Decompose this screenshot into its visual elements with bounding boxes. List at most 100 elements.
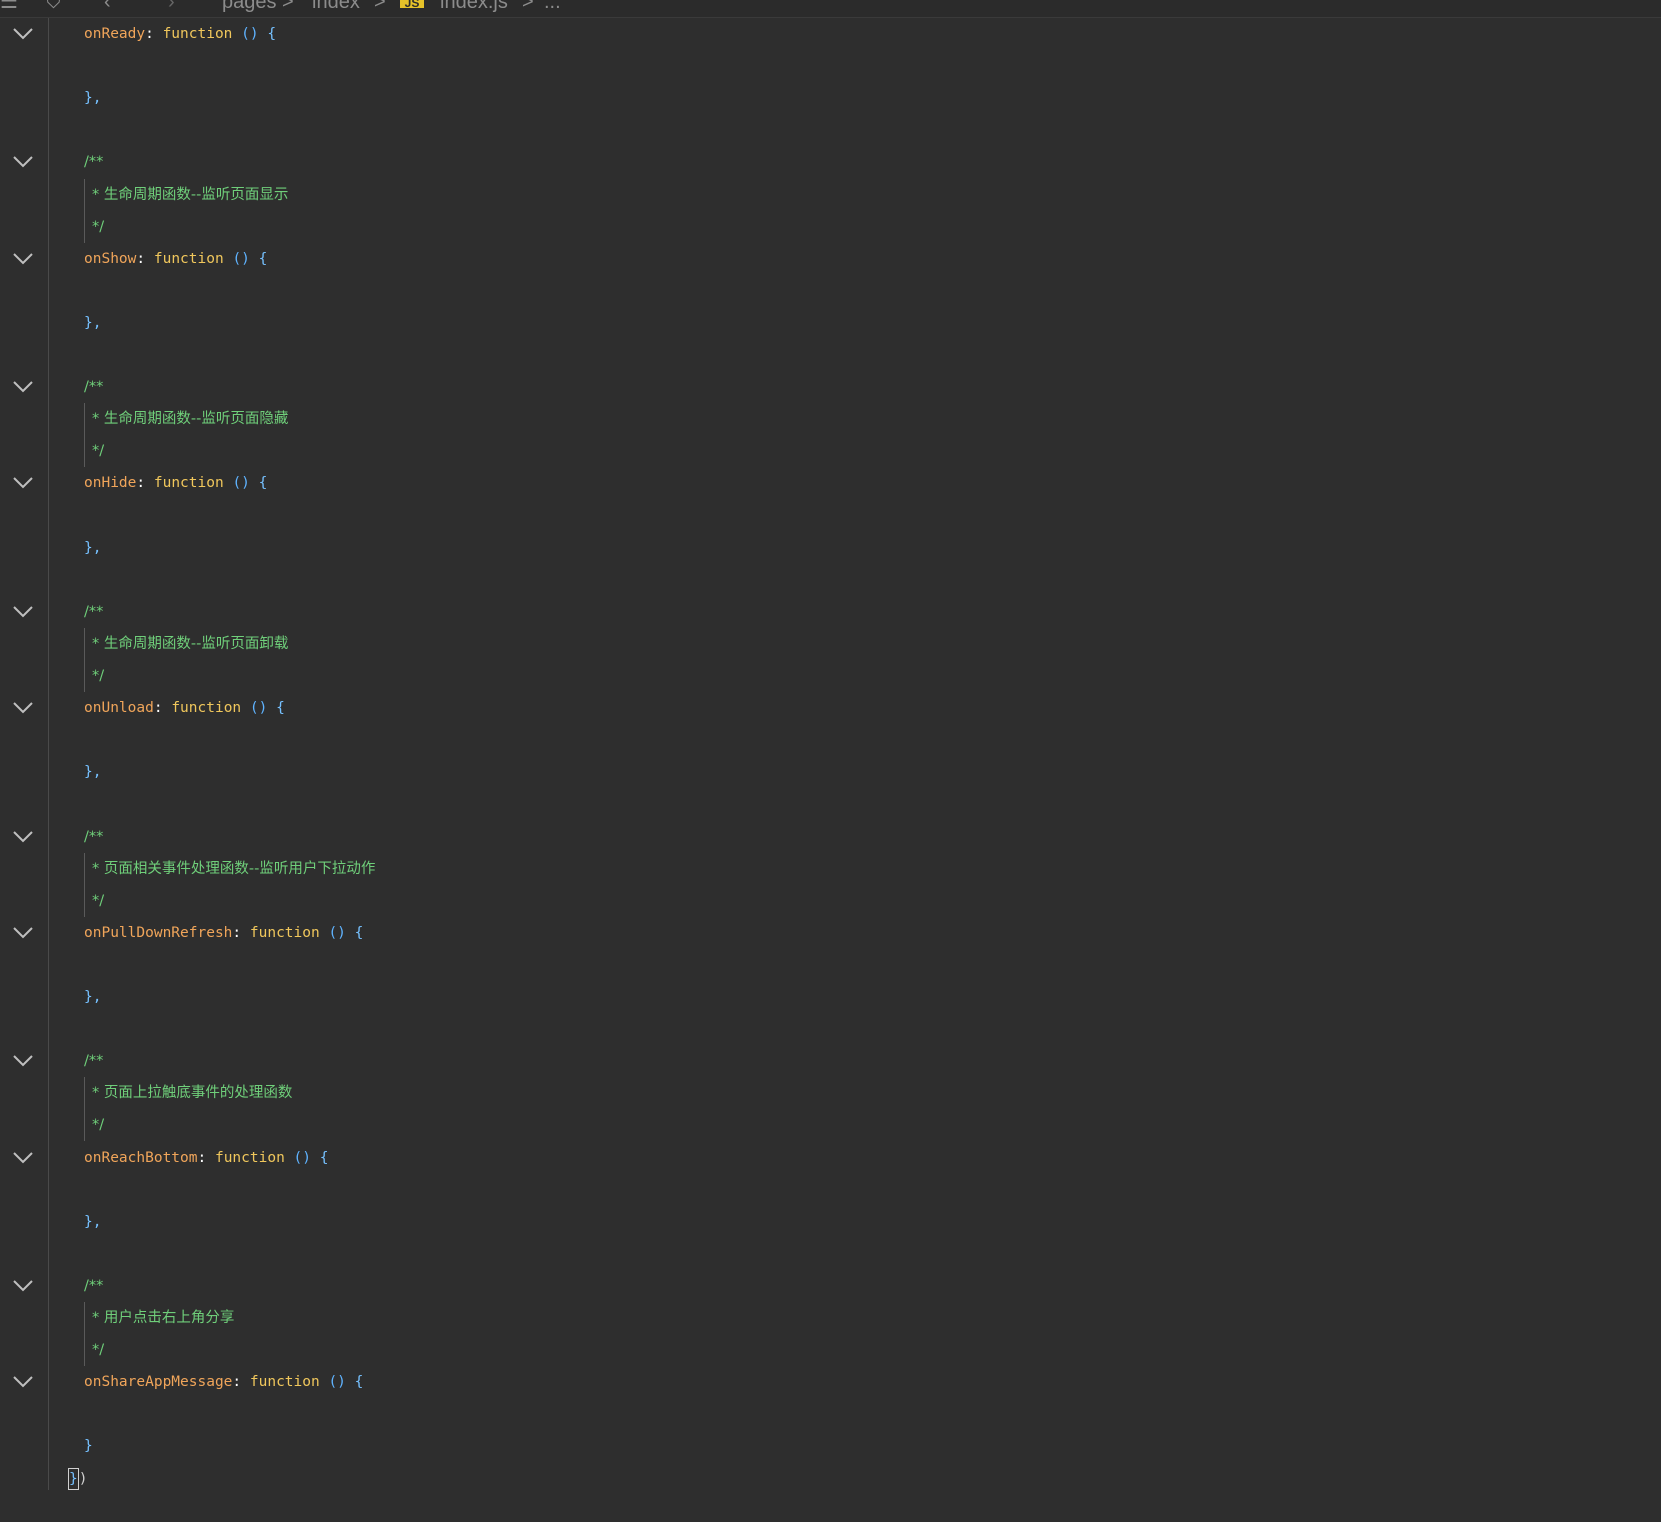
code-line[interactable]: onReachBottom: function () { [84, 1142, 328, 1174]
code-line[interactable]: } [84, 1430, 93, 1462]
open-brace: { [258, 250, 268, 267]
fold-chevron-icon[interactable] [13, 380, 33, 394]
matched-bracket: } [68, 1467, 79, 1490]
fold-chevron-icon[interactable] [13, 1375, 33, 1389]
parens: () [232, 475, 250, 492]
fold-chevron-icon[interactable] [13, 926, 33, 940]
code-line[interactable]: onPullDownRefresh: function () { [84, 917, 363, 949]
menu-icon[interactable]: ☰ [0, 0, 18, 13]
property-name: onReady [84, 26, 146, 42]
code-line[interactable]: */ [92, 1109, 104, 1141]
code-line[interactable]: onShareAppMessage: function () { [84, 1366, 363, 1398]
breadcrumb: ☰ ⛉ ‹ › pages > index > JS index.js > ..… [0, 0, 1661, 18]
doc-comment-guide [84, 852, 85, 917]
back-icon[interactable]: ‹ [104, 0, 111, 13]
close-brace: }, [84, 764, 102, 781]
close-brace: }, [84, 989, 102, 1005]
open-brace: { [354, 1374, 364, 1391]
doc-comment-close: */ [92, 218, 105, 235]
doc-comment-text: * 生命周期函数--监听页面显示 [92, 186, 289, 203]
close-paren: ) [78, 1470, 88, 1487]
code-line[interactable]: */ [92, 211, 104, 243]
function-keyword: function [153, 250, 224, 267]
code-line[interactable]: */ [92, 885, 104, 917]
code-line[interactable]: }, [84, 82, 101, 114]
colon: : [153, 700, 172, 717]
fold-chevron-icon[interactable] [13, 27, 33, 41]
parens: () [328, 1374, 346, 1391]
fold-chevron-icon[interactable] [13, 1054, 33, 1068]
code-line[interactable]: /** [84, 1270, 103, 1302]
open-brace: { [267, 26, 277, 42]
colon: : [197, 1149, 215, 1166]
code-line[interactable]: }, [84, 981, 101, 1013]
code-line[interactable]: /** [84, 596, 103, 628]
code-line[interactable]: * 用户点击右上角分享 [92, 1302, 234, 1334]
breadcrumb-separator: > [522, 0, 534, 13]
doc-comment-guide [84, 1077, 85, 1142]
doc-comment-text: * 页面相关事件处理函数--监听用户下拉动作 [92, 860, 376, 877]
function-keyword: function [249, 924, 320, 941]
open-brace: { [354, 924, 364, 941]
fold-chevron-icon[interactable] [13, 701, 33, 715]
fold-chevron-icon[interactable] [13, 476, 33, 490]
code-line[interactable]: }) [68, 1463, 87, 1495]
doc-comment-text: * 页面上拉触底事件的处理函数 [92, 1085, 293, 1102]
property-name: onShareAppMessage [84, 1374, 233, 1391]
code-line[interactable]: /** [84, 821, 103, 853]
close-brace: }, [84, 314, 102, 331]
close-brace: } [84, 1438, 93, 1455]
doc-comment-open: /** [84, 154, 104, 171]
breadcrumb-index[interactable]: index [312, 0, 360, 13]
code-line[interactable]: /** [84, 1045, 103, 1077]
bookmark-icon[interactable]: ⛉ [46, 0, 61, 13]
breadcrumb-ellipsis[interactable]: ... [544, 0, 561, 13]
code-line[interactable]: */ [92, 1334, 104, 1366]
code-line[interactable]: * 生命周期函数--监听页面卸载 [92, 628, 288, 660]
doc-comment-text: * 用户点击右上角分享 [92, 1310, 235, 1326]
close-brace: }, [84, 90, 102, 107]
forward-icon[interactable]: › [168, 0, 175, 13]
code-line[interactable]: }, [84, 532, 101, 564]
code-line[interactable]: */ [92, 660, 104, 692]
code-line[interactable]: /** [84, 371, 103, 403]
fold-chevron-icon[interactable] [13, 155, 33, 169]
doc-comment-open: /** [84, 1277, 104, 1294]
breadcrumb-pages[interactable]: pages [222, 0, 277, 13]
code-line[interactable]: * 生命周期函数--监听页面显示 [92, 179, 288, 211]
fold-chevron-icon[interactable] [13, 605, 33, 619]
function-keyword: function [249, 1374, 320, 1391]
code-line[interactable]: * 页面上拉触底事件的处理函数 [92, 1077, 292, 1109]
fold-chevron-icon[interactable] [13, 1279, 33, 1293]
fold-chevron-icon[interactable] [13, 830, 33, 844]
colon: : [145, 26, 163, 42]
code-line[interactable]: onReady: function () { [84, 18, 276, 50]
code-line[interactable]: }, [84, 756, 101, 788]
doc-comment-close: */ [92, 1117, 105, 1134]
code-line[interactable]: onHide: function () { [84, 467, 267, 499]
code-line[interactable]: onUnload: function () { [84, 692, 285, 724]
open-brace: { [319, 1149, 329, 1166]
code-line[interactable]: */ [92, 435, 104, 467]
doc-comment-guide [84, 178, 85, 243]
code-line[interactable]: * 页面相关事件处理函数--监听用户下拉动作 [92, 853, 375, 885]
fold-chevron-icon[interactable] [13, 252, 33, 266]
colon: : [136, 250, 154, 267]
colon: : [232, 924, 250, 941]
breadcrumb-file[interactable]: index.js [440, 0, 508, 13]
code-line[interactable]: }, [84, 307, 101, 339]
code-line[interactable]: * 生命周期函数--监听页面隐藏 [92, 403, 288, 435]
code-line[interactable]: }, [84, 1206, 101, 1238]
fold-chevron-icon[interactable] [13, 1151, 33, 1165]
code-line[interactable]: /** [84, 146, 103, 178]
code-line[interactable]: onShow: function () { [84, 243, 267, 275]
doc-comment-close: */ [92, 443, 105, 460]
function-keyword: function [171, 700, 242, 717]
doc-comment-text: * 生命周期函数--监听页面隐藏 [92, 411, 289, 428]
